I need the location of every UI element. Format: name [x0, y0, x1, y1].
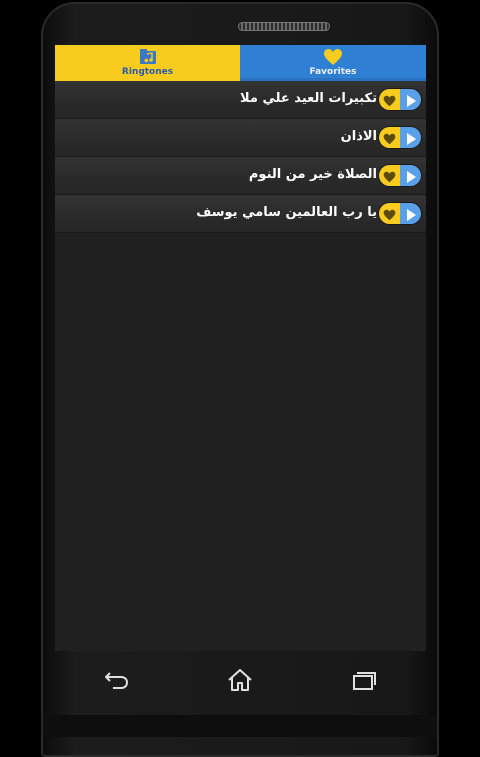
ringtone-controls [378, 202, 422, 225]
heart-icon [383, 95, 396, 106]
recents-button[interactable] [344, 660, 384, 700]
favorite-button[interactable] [379, 127, 400, 148]
recents-icon [353, 672, 377, 690]
play-button[interactable] [400, 203, 421, 224]
list-item[interactable]: الصلاة خير من النوم [55, 157, 426, 195]
back-icon [104, 672, 128, 689]
app-screen: Ringtones Favorites تكبيرات العيد علي مل… [55, 45, 426, 651]
ringtone-title: الاذان [340, 129, 377, 144]
tab-bar: Ringtones Favorites [55, 45, 426, 81]
heart-icon [383, 209, 396, 220]
list-item[interactable]: يا رب العالمين سامي يوسف [55, 195, 426, 233]
play-icon [406, 132, 416, 145]
home-button[interactable] [220, 660, 260, 700]
play-button[interactable] [400, 89, 421, 110]
list-item[interactable]: تكبيرات العيد علي ملا [55, 81, 426, 119]
back-button[interactable] [97, 660, 137, 700]
favorite-button[interactable] [379, 89, 400, 110]
ringtone-controls [378, 88, 422, 111]
play-button[interactable] [400, 165, 421, 186]
play-icon [406, 170, 416, 183]
tab-ringtones-label: Ringtones [121, 67, 174, 77]
ringtone-list: تكبيرات العيد علي ملا الاذان الصلاة خير … [55, 81, 426, 233]
heart-icon [383, 133, 396, 144]
play-icon [406, 94, 416, 107]
ringtone-title: الصلاة خير من النوم [248, 167, 377, 182]
play-icon [406, 208, 416, 221]
heart-icon [324, 49, 342, 65]
favorite-button[interactable] [379, 203, 400, 224]
system-nav-bar [55, 651, 426, 709]
favorite-button[interactable] [379, 165, 400, 186]
ringtone-controls [378, 164, 422, 187]
music-folder-icon [139, 49, 156, 64]
speaker-grille [238, 22, 330, 31]
home-icon [228, 669, 253, 691]
play-button[interactable] [400, 127, 421, 148]
tab-favorites-label: Favorites [309, 67, 357, 77]
ringtone-title: يا رب العالمين سامي يوسف [196, 205, 377, 220]
phone-chin [43, 715, 437, 737]
list-item[interactable]: الاذان [55, 119, 426, 157]
tab-ringtones[interactable]: Ringtones [55, 45, 240, 81]
ringtone-controls [378, 126, 422, 149]
ringtone-title: تكبيرات العيد علي ملا [240, 91, 377, 106]
heart-icon [383, 171, 396, 182]
tab-favorites[interactable]: Favorites [240, 45, 426, 81]
